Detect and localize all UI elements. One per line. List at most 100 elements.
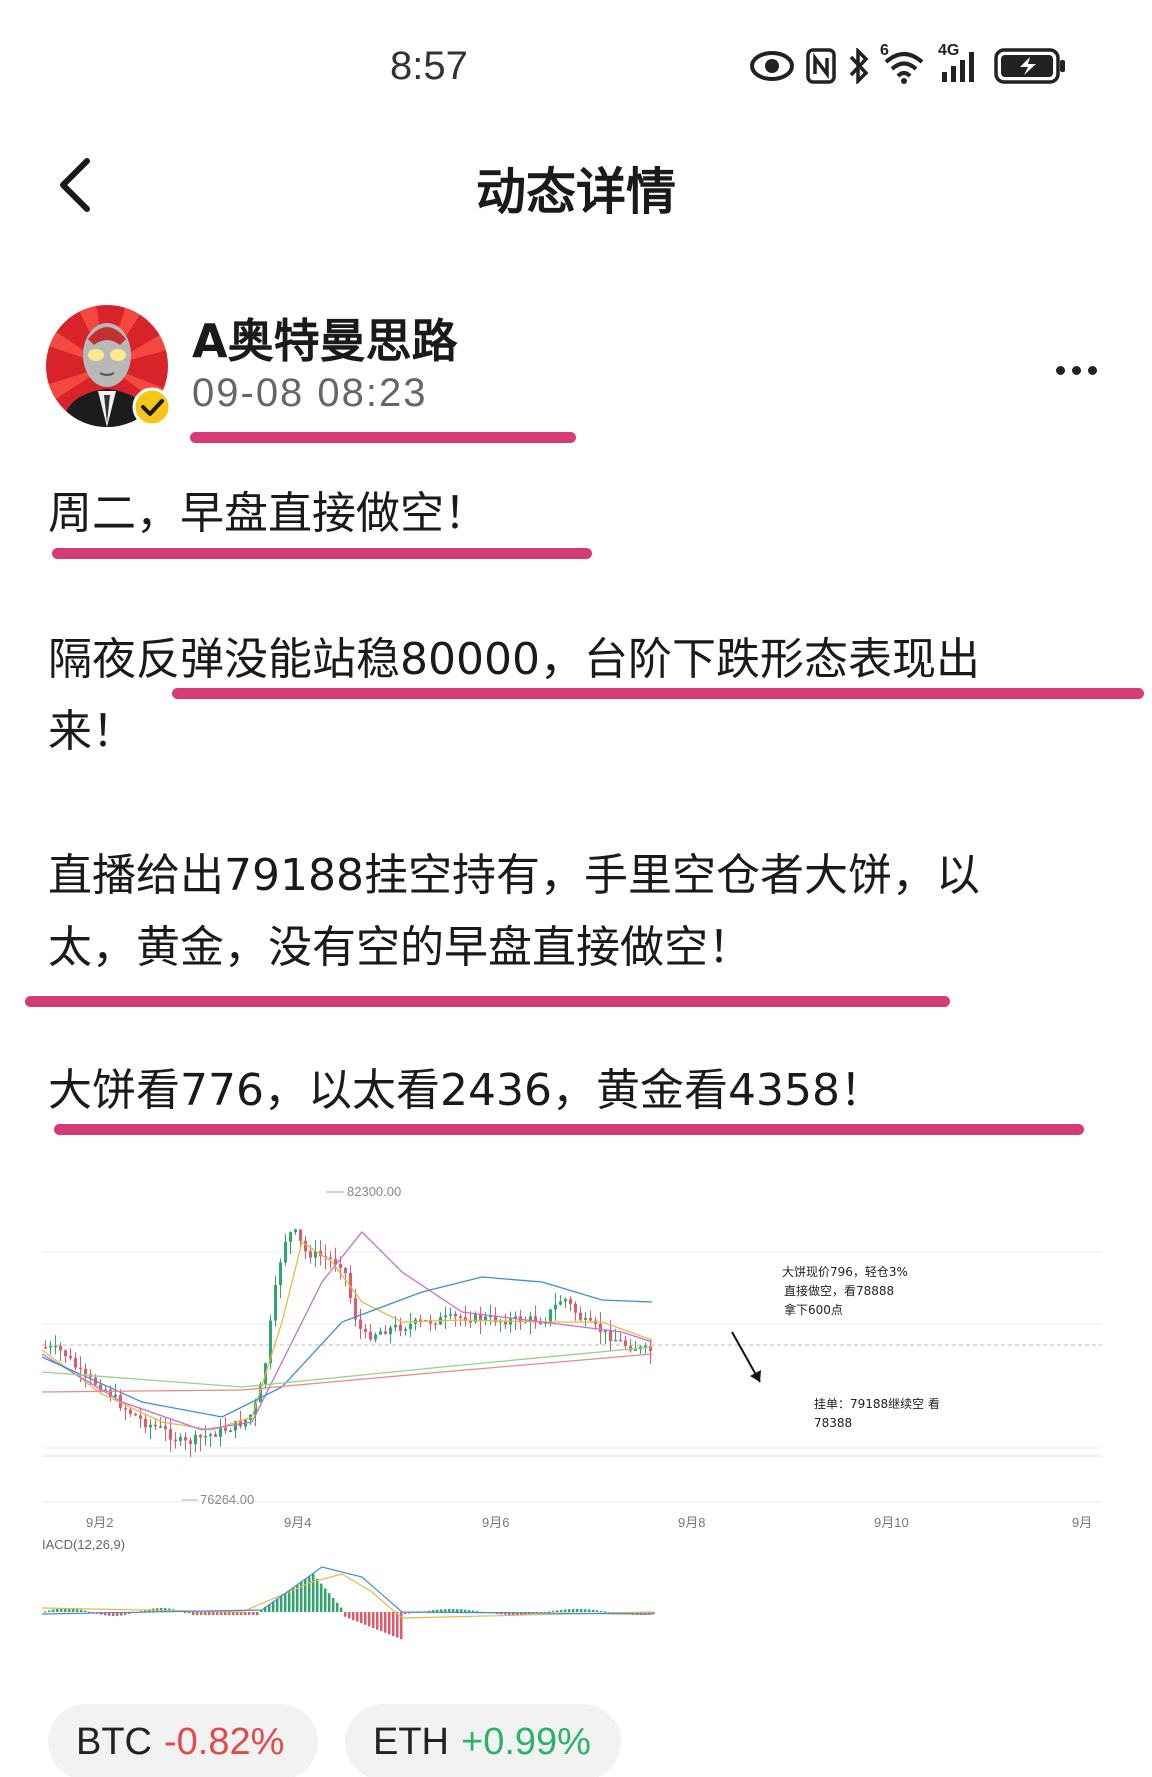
candle-body [574, 1303, 577, 1313]
macd-bar [248, 1612, 251, 1615]
annotation-line: 拿下600点 [784, 1302, 843, 1317]
more-dot-icon [1055, 365, 1065, 375]
chart-image[interactable]: 82300.00 76264.00 9月2 9月4 9月6 9月8 9月10 9… [42, 1172, 1112, 1642]
macd-bar [348, 1612, 351, 1619]
candle-body [219, 1427, 222, 1437]
coin-chip-btc[interactable]: BTC -0.82% [48, 1704, 318, 1777]
candle-body [64, 1350, 67, 1357]
highlight-underline [190, 432, 576, 443]
candle-body [79, 1367, 82, 1370]
post-time: 09-08 08:23 [192, 371, 428, 415]
macd-bar [320, 1583, 323, 1612]
macd-bar [308, 1576, 311, 1612]
candle-body [184, 1437, 187, 1441]
chart-grid [42, 1251, 1102, 1503]
macd-bar [552, 1610, 555, 1612]
macd-bar [580, 1609, 583, 1612]
candle-body [194, 1434, 197, 1444]
macd-bar [444, 1609, 447, 1612]
candle-body [299, 1229, 302, 1241]
x-axis-label: 9月 [1072, 1515, 1092, 1530]
author-row: A奥特曼思路 09-08 08:23 [46, 305, 1106, 435]
macd-bar [548, 1611, 551, 1613]
candle-body [634, 1349, 637, 1351]
candle-body [339, 1264, 342, 1268]
signal-icon: 4G [938, 42, 982, 86]
candle-body [114, 1394, 117, 1397]
candle-body [459, 1316, 462, 1318]
coin-change: -0.82% [164, 1720, 285, 1763]
candle-body [614, 1339, 617, 1342]
candle-body [204, 1435, 207, 1438]
macd-bar [312, 1574, 315, 1612]
macd-bar [384, 1612, 387, 1633]
candle-body [154, 1424, 157, 1427]
candle-body [359, 1319, 362, 1329]
status-time: 8:57 [390, 44, 468, 88]
candle-body [144, 1418, 147, 1428]
candle-body [374, 1334, 377, 1340]
candle-body [369, 1331, 372, 1340]
annotation-line: 78388 [814, 1416, 852, 1430]
macd-bar [292, 1587, 295, 1612]
more-options-button[interactable] [1046, 350, 1106, 390]
annotation-line: 直接做空，看78888 [784, 1283, 894, 1298]
macd-bar [244, 1612, 247, 1615]
candle-body [624, 1340, 627, 1346]
macd-bar [568, 1609, 571, 1612]
macd-bar [572, 1609, 575, 1612]
macd-bar [652, 1612, 655, 1615]
candle-body [309, 1251, 312, 1258]
x-axis-label: 9月4 [284, 1515, 311, 1530]
macd-line [42, 1566, 653, 1615]
macd-bar [388, 1612, 391, 1635]
macd-bar [560, 1609, 563, 1612]
candle-body [139, 1415, 142, 1419]
macd-bar [600, 1610, 603, 1612]
macd-bar [212, 1612, 215, 1615]
macd-bar [256, 1612, 259, 1615]
low-price-label: 76264.00 [200, 1492, 254, 1507]
coin-symbol: BTC [76, 1720, 152, 1763]
indicator-label: IACD(12,26,9) [42, 1537, 125, 1552]
macd-bar [196, 1612, 199, 1615]
macd-bar [184, 1612, 187, 1613]
macd-bar [336, 1602, 339, 1612]
ma-line [42, 1353, 653, 1393]
highlight-underline [25, 996, 950, 1007]
macd-bar [456, 1609, 459, 1612]
candle-body [484, 1316, 487, 1321]
candle-body [149, 1424, 152, 1428]
candles [44, 1228, 652, 1458]
coin-chip-eth[interactable]: ETH +0.99% [345, 1704, 621, 1777]
page-title: 动态详情 [476, 163, 676, 221]
macd-bar [188, 1612, 191, 1614]
candle-body [49, 1346, 52, 1348]
macd-bar [452, 1609, 455, 1612]
candle-body [59, 1345, 62, 1351]
macd-bar [460, 1609, 463, 1612]
candle-body [174, 1439, 177, 1442]
highlight-underline [54, 1124, 1084, 1135]
candle-body [159, 1426, 162, 1428]
header: 动态详情 [0, 130, 1152, 240]
candle-body [304, 1240, 307, 1252]
macd-bar [440, 1609, 443, 1612]
macd-bar [584, 1609, 587, 1612]
candle-body [449, 1313, 452, 1316]
macd-bar [356, 1612, 359, 1622]
candle-body [329, 1257, 332, 1259]
candle-body [214, 1434, 217, 1437]
macd-bar [332, 1598, 335, 1612]
coin-change: +0.99% [461, 1720, 591, 1763]
macd-bar [56, 1608, 59, 1612]
candle-body [444, 1315, 447, 1318]
macd-bar [208, 1612, 211, 1615]
status-bar: 8:57 6 4G [0, 0, 1152, 130]
post-paragraph-4: 大饼看776，以太看2436，黄金看4358！ [48, 1065, 884, 1116]
author-name[interactable]: A奥特曼思路 [192, 305, 458, 371]
candle-body [469, 1321, 472, 1323]
status-icons: 6 4G [750, 42, 1068, 88]
candle-body [169, 1429, 172, 1440]
candle-body [409, 1323, 412, 1329]
